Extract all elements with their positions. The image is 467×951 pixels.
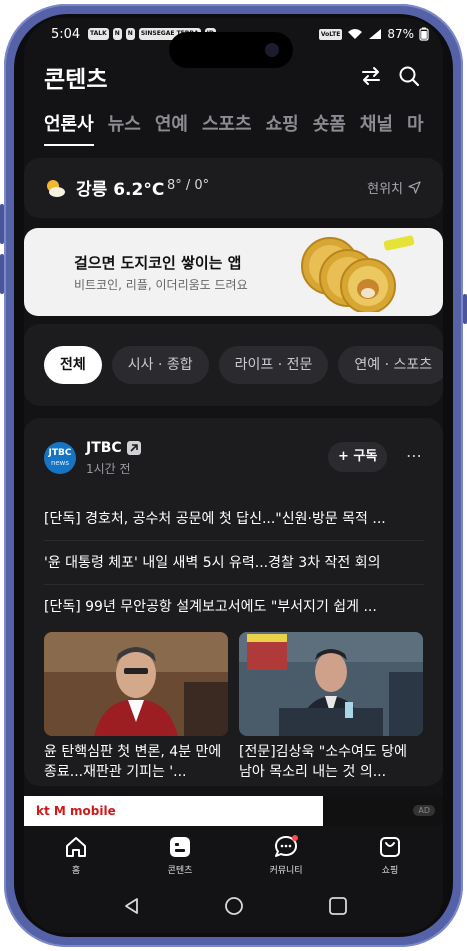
headline-link[interactable]: '윤 대통령 체포' 내일 새벽 5시 유력...경찰 3차 작전 회의 [44, 552, 424, 572]
bottom-navigation: 홈 콘텐츠 커뮤니티 쇼핑 [24, 826, 443, 886]
tab-more[interactable]: 마 [407, 110, 424, 146]
back-icon[interactable] [122, 896, 142, 916]
swap-icon[interactable] [359, 64, 383, 88]
tab-shortform[interactable]: 숏폼 [313, 110, 346, 146]
recents-icon[interactable] [328, 896, 348, 916]
weather-card[interactable]: 강릉 6.2°C 8° / 0° 현위치 [24, 158, 443, 218]
headline-link[interactable]: [단독] 99년 무안공항 설계보고서에도 "부서지기 쉽게 ... [44, 596, 424, 616]
ad-brand-logo: kt M mobile [36, 804, 116, 818]
side-button [0, 204, 4, 244]
current-location-button[interactable]: 현위치 [367, 178, 421, 197]
news-thumbnail[interactable] [239, 632, 423, 736]
divider [44, 540, 424, 541]
nav-shopping[interactable]: 쇼핑 [355, 834, 425, 876]
filter-chip-row: 전체 시사 · 종합 라이프 · 전문 연예 · 스포츠 [44, 346, 443, 384]
status-time: 5:04 [51, 27, 81, 42]
more-options-icon[interactable]: ⋯ [406, 446, 423, 465]
filter-chip-current-affairs[interactable]: 시사 · 종합 [111, 346, 209, 384]
publisher-logo[interactable]: JTBC news [44, 442, 76, 474]
ad-banner[interactable]: 걸으면 도지코인 쌓이는 앱 비트코인, 리플, 이더리움도 드려요 [24, 228, 443, 316]
headline-link[interactable]: [단독] 경호처, 공수처 공문에 첫 답신..."신원·방문 목적 ... [44, 508, 424, 528]
publisher-name: JTBC [86, 440, 122, 456]
home-icon [66, 837, 86, 857]
publisher-news-card: JTBC news JTBC 1시간 전 + 구독 ⋯ [단독] 경호처, 공수… [24, 418, 443, 786]
location-arrow-icon [408, 181, 421, 194]
chat-bubble-icon [275, 835, 298, 857]
filter-chip-entertainment-sports[interactable]: 연예 · 스포츠 [338, 346, 443, 384]
nav-community[interactable]: 커뮤니티 [251, 834, 321, 876]
ad-badge: AD [413, 805, 435, 816]
battery-percent: 87% [387, 27, 414, 41]
nav-label: 쇼핑 [381, 866, 399, 876]
wifi-icon [348, 29, 363, 39]
tab-shopping[interactable]: 쇼핑 [266, 110, 299, 146]
nav-label: 콘텐츠 [167, 866, 193, 876]
notification-icon: TALK [88, 28, 109, 40]
notification-icon: N [125, 28, 135, 40]
bottom-ad-banner[interactable]: kt M mobile AD [24, 796, 443, 826]
volte-badge: VoLTE [318, 28, 343, 40]
camera-lens [265, 43, 279, 57]
weather-range: 8° / 0° [167, 178, 210, 193]
signal-icon [369, 29, 382, 39]
nav-label: 커뮤니티 [269, 866, 303, 876]
publisher-name-link[interactable]: JTBC [86, 440, 141, 456]
partly-cloudy-icon [47, 180, 65, 197]
search-icon[interactable] [397, 64, 421, 88]
tab-entertainment[interactable]: 연예 [155, 110, 188, 146]
thumbnail-caption[interactable]: 윤 탄핵심판 첫 변론, 4분 만에 종료...재판관 기피는 '... [44, 742, 228, 782]
home-circle-icon[interactable] [224, 896, 244, 916]
subscribe-button[interactable]: + 구독 [328, 442, 388, 472]
system-navigation-bar [24, 886, 443, 933]
shopping-bag-icon [380, 837, 400, 857]
filter-chip-all[interactable]: 전체 [44, 346, 102, 384]
filter-chip-life[interactable]: 라이프 · 전문 [218, 346, 329, 384]
tab-sports[interactable]: 스포츠 [202, 110, 252, 146]
tab-publishers[interactable]: 언론사 [44, 110, 94, 146]
screen: 5:04 TALK N N SINSEGAE TERRA ID VoLTE 87… [24, 18, 443, 933]
tab-channel[interactable]: 채널 [360, 110, 393, 146]
content-tabs: 언론사 뉴스 연예 스포츠 쇼핑 숏폼 채널 마 [44, 110, 424, 146]
location-label: 현위치 [367, 182, 403, 197]
news-thumbnail[interactable] [44, 632, 228, 736]
nav-home[interactable]: 홈 [41, 834, 111, 876]
status-right: VoLTE 87% [318, 27, 429, 41]
thumbnail-caption[interactable]: [전문]김상욱 "소수여도 당에 남아 목소리 내는 것 의... [239, 742, 423, 782]
nav-content[interactable]: 콘텐츠 [145, 834, 215, 876]
battery-icon [419, 27, 429, 41]
content-icon [170, 837, 190, 857]
side-button [463, 294, 467, 324]
tab-news[interactable]: 뉴스 [108, 110, 141, 146]
page-title: 콘텐츠 [44, 67, 108, 93]
publish-time: 1시간 전 [86, 462, 131, 476]
dogecoin-image [301, 235, 415, 312]
side-button [0, 254, 4, 294]
notification-icon: N [112, 28, 122, 40]
external-arrow-icon [126, 441, 141, 455]
publisher-logo-subtext: news [50, 459, 70, 467]
weather-city-temp: 강릉 6.2°C [76, 180, 165, 200]
publisher-logo-text: JTBC [48, 448, 72, 458]
filter-card: 전체 시사 · 종합 라이프 · 전문 연예 · 스포츠 [24, 324, 443, 406]
ad-subtext: 비트코인, 리플, 이더리움도 드려요 [74, 278, 248, 292]
divider [44, 584, 424, 585]
camera-cutout [169, 32, 293, 68]
nav-label: 홈 [71, 866, 81, 876]
ad-headline: 걸으면 도지코인 쌓이는 앱 [74, 254, 242, 272]
